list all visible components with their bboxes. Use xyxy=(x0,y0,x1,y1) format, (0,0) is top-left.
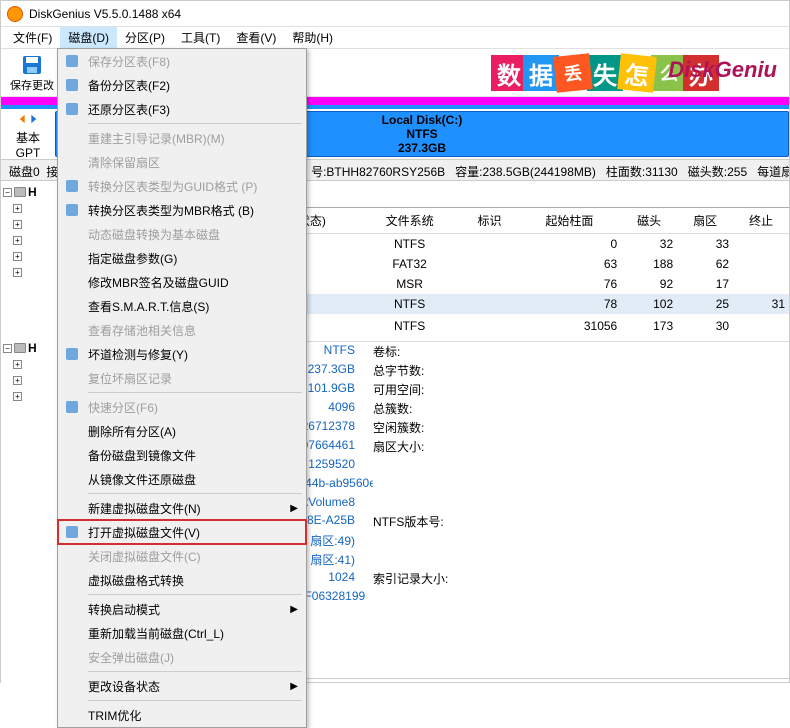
menu-item[interactable]: 备份磁盘到镜像文件 xyxy=(58,443,306,467)
submenu-arrow-icon: ▶ xyxy=(290,681,298,692)
menu-item[interactable]: 备份分区表(F2) xyxy=(58,73,306,97)
menu-item[interactable]: 打开虚拟磁盘文件(V) xyxy=(58,520,306,544)
ptable-col[interactable]: 终止 xyxy=(733,208,789,234)
menu-item[interactable]: 转换分区表类型为MBR格式 (B) xyxy=(58,198,306,222)
toolbar-save-label: 保存更改 xyxy=(10,77,54,93)
info-label: 卷标: xyxy=(373,343,483,360)
window-title: DiskGenius V5.5.0.1488 x64 xyxy=(29,7,181,21)
menu-item[interactable]: 还原分区表(F3) xyxy=(58,97,306,121)
info-label: 空闲簇数: xyxy=(373,419,483,436)
menu-tool[interactable]: 工具(T) xyxy=(173,27,228,48)
menu-help[interactable]: 帮助(H) xyxy=(284,27,341,48)
disk-volume-name: Local Disk(C:) xyxy=(382,113,463,127)
diskinfo-model: 号:BTHH82760RSY256B xyxy=(311,165,445,179)
info-label: 扇区大小: xyxy=(373,438,483,455)
menu-item: 转换分区表类型为GUID格式 (P) xyxy=(58,174,306,198)
diskinfo-sectors: 每道扇 xyxy=(757,165,789,179)
save-icon xyxy=(64,53,80,69)
menu-item[interactable]: 转换启动模式▶ xyxy=(58,597,306,621)
menu-item[interactable]: 从镜像文件还原磁盘 xyxy=(58,467,306,491)
wrench-icon xyxy=(64,346,80,362)
menu-disk[interactable]: 磁盘(D) xyxy=(60,27,117,48)
submenu-arrow-icon: ▶ xyxy=(290,503,298,514)
menubar: 文件(F) 磁盘(D) 分区(P) 工具(T) 查看(V) 帮助(H) xyxy=(1,27,789,49)
info-label xyxy=(373,457,483,474)
diskinfo-heads: 磁头数:255 xyxy=(688,165,747,179)
diskinfo-capacity: 容量:238.5GB(244198MB) xyxy=(455,165,596,179)
info-label: 索引记录大小: xyxy=(373,570,483,587)
menu-item[interactable]: 删除所有分区(A) xyxy=(58,419,306,443)
menu-item[interactable]: 修改MBR签名及磁盘GUID xyxy=(58,270,306,294)
toolbar-save[interactable]: 保存更改 xyxy=(5,51,59,95)
menu-item[interactable]: 坏道检测与修复(Y) xyxy=(58,342,306,366)
menu-item: 重建主引导记录(MBR)(M) xyxy=(58,126,306,150)
menu-item: 清除保留扇区 xyxy=(58,150,306,174)
disk-volume-size: 237.3GB xyxy=(398,141,446,155)
menu-item: 保存分区表(F8) xyxy=(58,49,306,73)
menu-partition[interactable]: 分区(P) xyxy=(117,27,173,48)
tag: 怎 xyxy=(617,53,657,93)
ptable-col[interactable]: 起始柱面 xyxy=(517,208,621,234)
info-label: 可用空间: xyxy=(373,381,483,398)
menu-item[interactable]: 新建虚拟磁盘文件(N)▶ xyxy=(58,496,306,520)
partition-icon xyxy=(64,399,80,415)
diskinfo-cylinders: 柱面数:31130 xyxy=(606,165,678,179)
menu-item: 快速分区(F6) xyxy=(58,395,306,419)
table-export-icon xyxy=(64,77,80,93)
convert-icon xyxy=(64,202,80,218)
ptable-col[interactable]: 扇区 xyxy=(677,208,733,234)
menu-item: 动态磁盘转换为基本磁盘 xyxy=(58,222,306,246)
menu-item: 安全弹出磁盘(J) xyxy=(58,645,306,669)
menu-item[interactable]: 虚拟磁盘格式转换 xyxy=(58,568,306,592)
ptable-col[interactable]: 文件系统 xyxy=(358,208,462,234)
disk-nav-icon[interactable] xyxy=(18,112,38,126)
menu-item: 复位坏扇区记录 xyxy=(58,366,306,390)
tag: 数 xyxy=(491,55,527,91)
submenu-arrow-icon: ▶ xyxy=(290,604,298,615)
disk-gpt-label: GPT xyxy=(1,146,55,159)
info-label: NTFS版本号: xyxy=(373,513,483,530)
brand-label: DiskGeniu xyxy=(668,57,777,83)
info-label xyxy=(373,476,483,493)
disk-volume-fs: NTFS xyxy=(406,127,437,141)
info-label: 总字节数: xyxy=(373,362,483,379)
open-icon xyxy=(64,524,80,540)
ptable-col[interactable]: 标识 xyxy=(462,208,518,234)
menu-file[interactable]: 文件(F) xyxy=(5,27,60,48)
diskinfo-label: 磁盘0 xyxy=(9,165,40,179)
app-logo-icon xyxy=(7,6,23,22)
disk-type-label: 基本 xyxy=(1,129,55,146)
menu-item: 关闭虚拟磁盘文件(C) xyxy=(58,544,306,568)
info-label: 总簇数: xyxy=(373,400,483,417)
info-label xyxy=(373,532,483,549)
disk-tree[interactable]: −H + + + + + −H + + + xyxy=(1,181,61,706)
menu-view[interactable]: 查看(V) xyxy=(228,27,284,48)
convert-icon xyxy=(64,178,80,194)
info-label xyxy=(373,551,483,568)
menu-item[interactable]: 重新加载当前磁盘(Ctrl_L) xyxy=(58,621,306,645)
info-label xyxy=(373,495,483,509)
menu-item[interactable]: 更改设备状态▶ xyxy=(58,674,306,698)
table-import-icon xyxy=(64,101,80,117)
info-label xyxy=(373,589,483,603)
ptable-col[interactable]: 磁头 xyxy=(621,208,677,234)
menu-item: 查看存储池相关信息 xyxy=(58,318,306,342)
menu-item[interactable]: 指定磁盘参数(G) xyxy=(58,246,306,270)
drive-icon xyxy=(14,343,26,353)
menu-item[interactable]: TRIM优化 xyxy=(58,703,306,727)
disk-dropdown-menu: 保存分区表(F8)备份分区表(F2)还原分区表(F3) 重建主引导记录(MBR)(… xyxy=(57,48,307,728)
menu-item[interactable]: 查看S.M.A.R.T.信息(S) xyxy=(58,294,306,318)
drive-icon xyxy=(14,187,26,197)
tag: 丢 xyxy=(553,53,593,93)
save-icon xyxy=(20,53,44,77)
